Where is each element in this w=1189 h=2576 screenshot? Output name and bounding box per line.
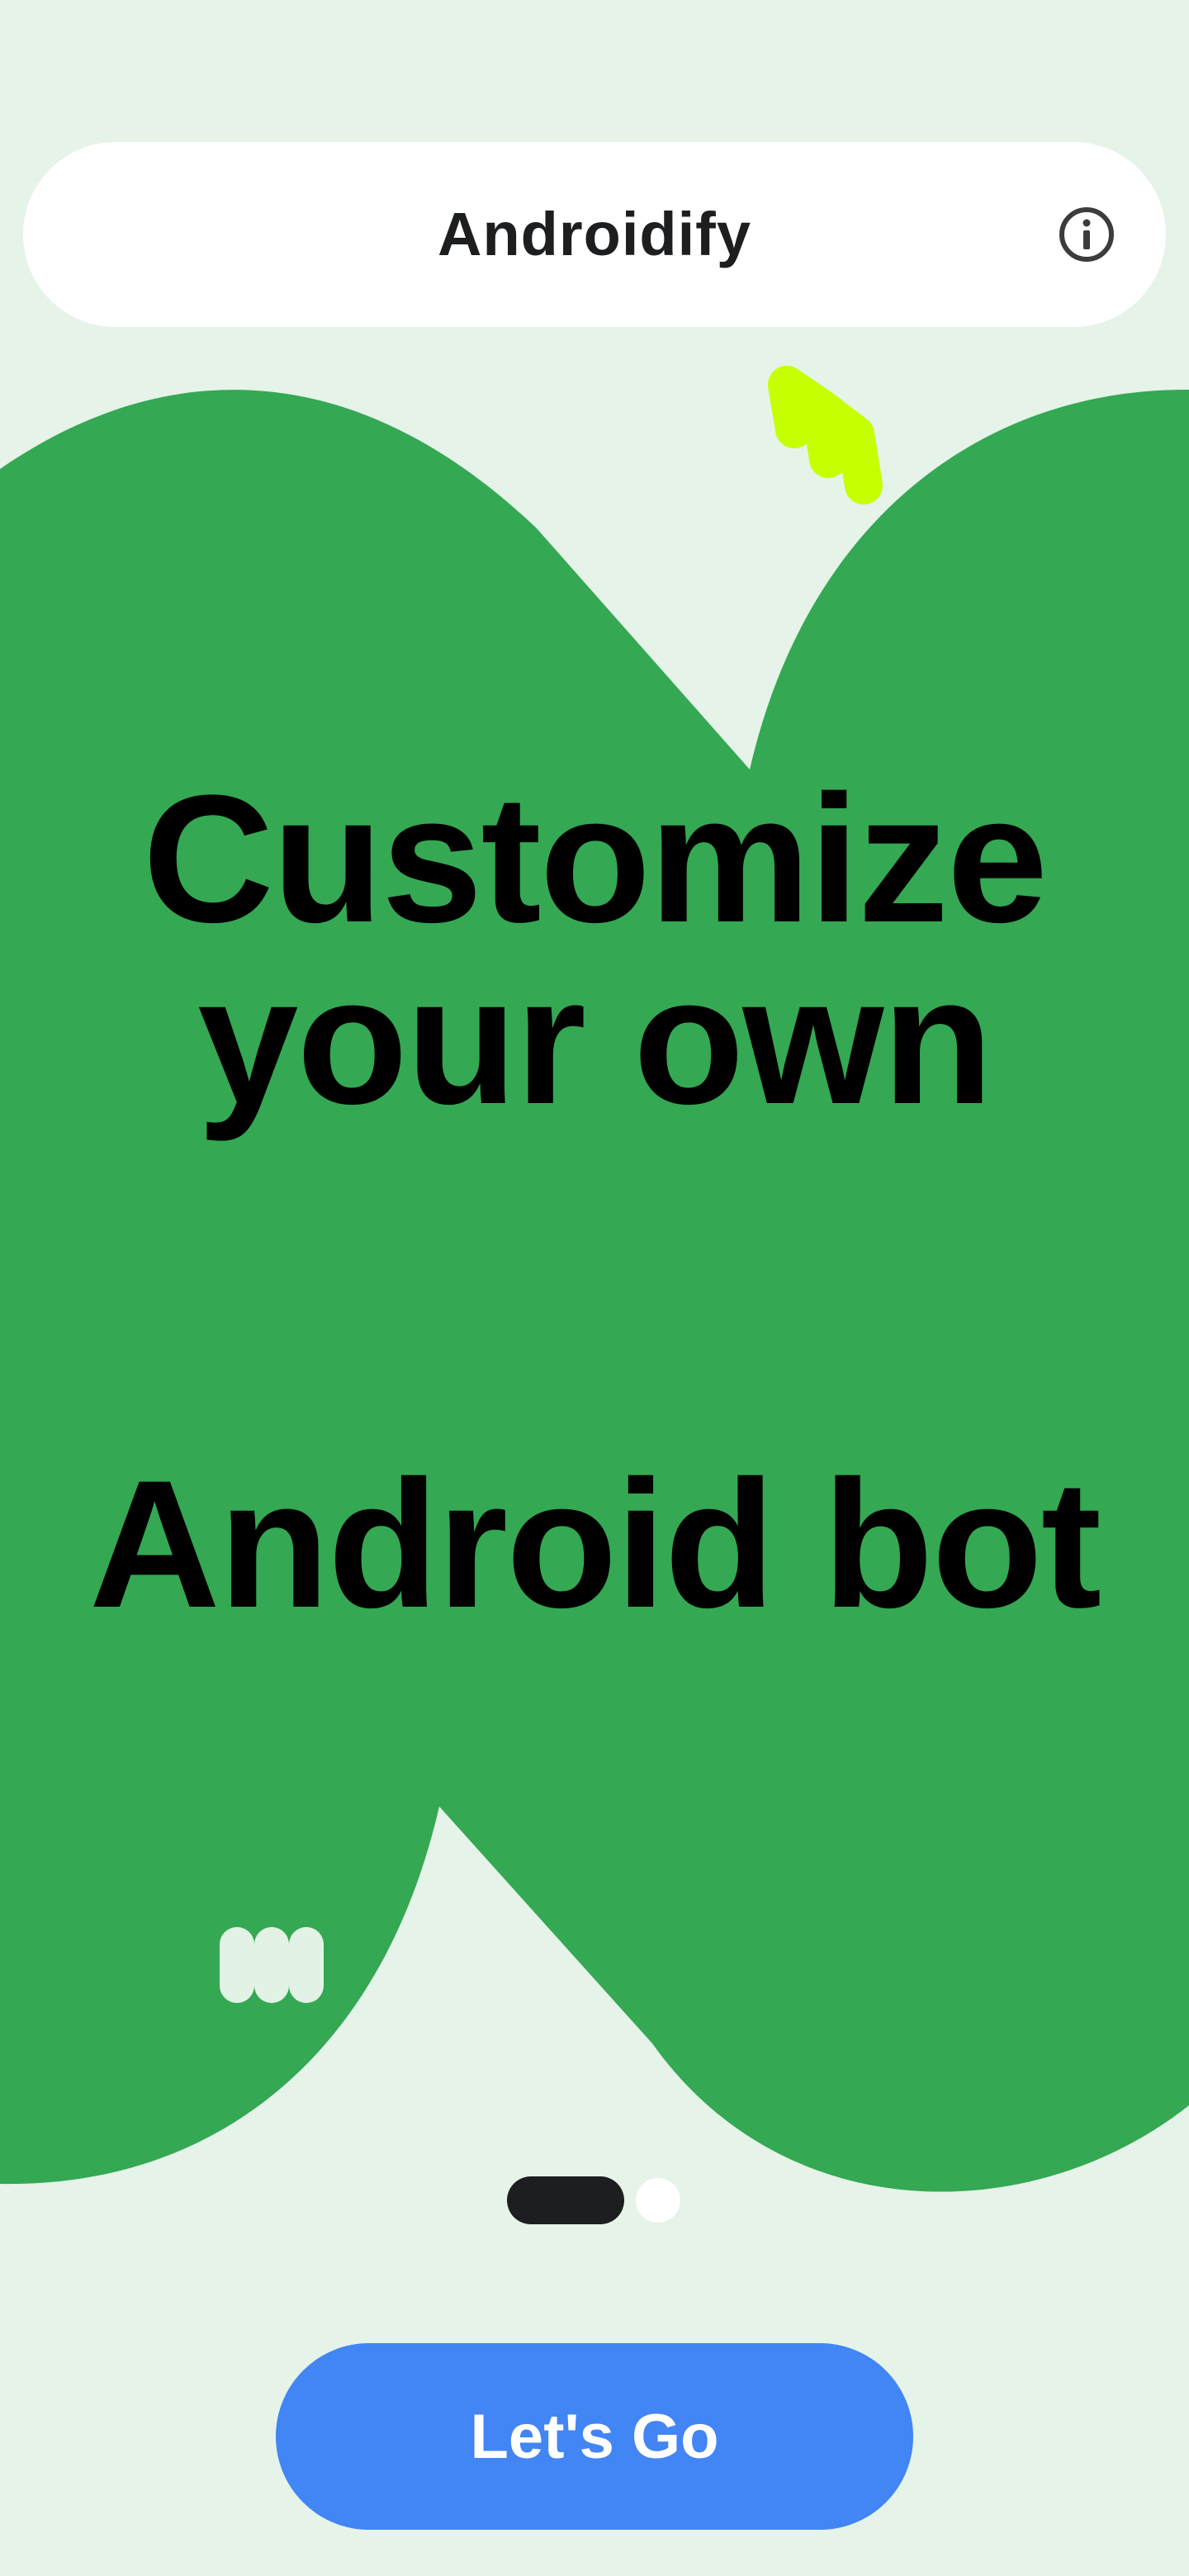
app-title: Androidify xyxy=(438,200,751,268)
headline-line-2: your own xyxy=(197,939,993,1142)
info-button[interactable] xyxy=(1057,205,1116,264)
headline-line-1: Customize xyxy=(142,757,1048,960)
page-indicator-dot[interactable] xyxy=(636,2178,680,2223)
green-blob xyxy=(0,389,1189,2192)
info-icon xyxy=(1059,207,1114,262)
top-app-bar: Androidify xyxy=(23,142,1166,327)
pale-squiggle-decoration xyxy=(220,1927,324,2003)
lets-go-button[interactable]: Let's Go xyxy=(276,2343,913,2530)
headline-line-3: Android bot xyxy=(88,1442,1101,1646)
lime-squiggle-decoration xyxy=(768,366,883,504)
page-indicator-active-dot[interactable] xyxy=(507,2176,624,2224)
page-indicator xyxy=(507,2176,680,2224)
